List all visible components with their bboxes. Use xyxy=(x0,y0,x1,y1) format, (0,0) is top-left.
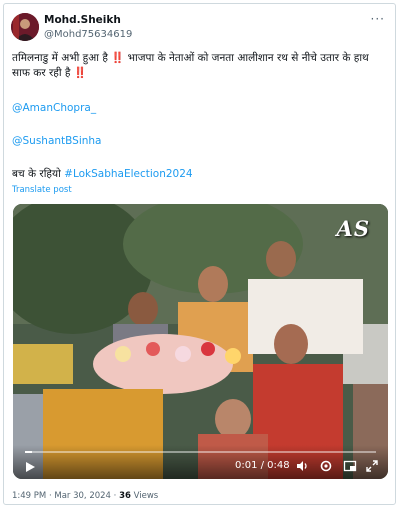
tweet-meta: 1:49 PM · Mar 30, 2024 · 36 Views xyxy=(12,491,158,501)
video-player[interactable]: AS 0:01 / 0:48 xyxy=(13,204,388,479)
settings-icon[interactable] xyxy=(319,459,333,473)
play-icon[interactable] xyxy=(23,459,37,473)
video-watermark: AS xyxy=(336,216,370,241)
volume-icon[interactable] xyxy=(295,459,309,473)
video-controls: 0:01 / 0:48 xyxy=(13,445,388,479)
translate-post-link[interactable]: Translate post xyxy=(12,185,72,195)
tweet-text: तमिलनाडु में अभी हुआ है ‼️ भाजपा के नेता… xyxy=(12,52,369,79)
progress-bar[interactable] xyxy=(25,451,376,453)
text-tail: बच के रहियो xyxy=(12,168,61,180)
views-count: 36 xyxy=(119,491,131,501)
hashtag-link[interactable]: #LokSabhaElection2024 xyxy=(64,168,192,180)
video-frame xyxy=(13,204,388,479)
pip-icon[interactable] xyxy=(343,459,357,473)
mention-sushant[interactable]: @SushantBSinha xyxy=(12,135,102,147)
mention-link-1[interactable]: @AmanChopra_ xyxy=(12,101,390,116)
avatar[interactable] xyxy=(11,13,39,41)
more-horizontal-icon[interactable]: ··· xyxy=(371,12,385,26)
tweet-text-tail: बच के रहियो #LokSabhaElection2024 xyxy=(12,167,390,182)
video-time: 0:01 / 0:48 xyxy=(235,460,290,471)
mention-link-2[interactable]: @SushantBSinha xyxy=(12,134,390,149)
progress-fill xyxy=(25,451,33,453)
author-name[interactable]: Mohd.Sheikh xyxy=(44,14,121,26)
mention-aman[interactable]: @AmanChopra_ xyxy=(12,102,96,114)
timestamp[interactable]: 1:49 PM · Mar 30, 2024 · xyxy=(12,491,119,501)
author-handle[interactable]: @Mohd75634619 xyxy=(44,29,132,40)
fullscreen-icon[interactable] xyxy=(365,459,379,473)
views-label: Views xyxy=(130,491,159,501)
tweet-card: Mohd.Sheikh @Mohd75634619 ··· तमिलनाडु म… xyxy=(3,3,396,505)
